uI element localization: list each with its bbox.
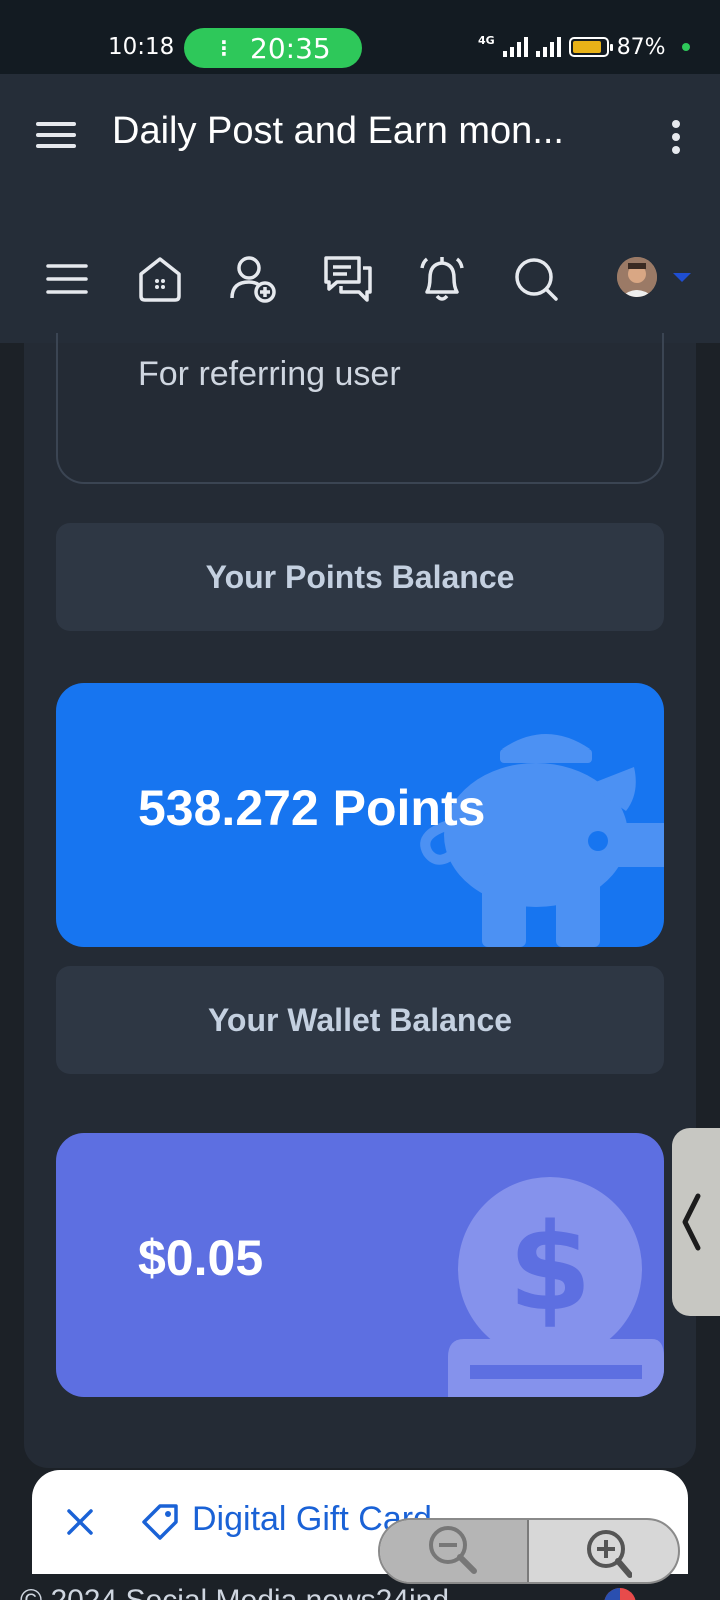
footer-copyright: © 2024 Social Media news24ind (20, 1584, 449, 1600)
svg-text:$: $ (508, 1199, 592, 1338)
wallet-balance-card: $ $0.05 (56, 1133, 664, 1397)
app-title: Daily Post and Earn mon... (112, 110, 564, 152)
signal-icon (502, 37, 528, 57)
chevron-left-icon (682, 1193, 701, 1251)
points-balance-heading: Your Points Balance (56, 523, 664, 631)
status-bar: 10:18 ⋮ 20:35 4G 87% (0, 0, 720, 74)
battery-percent: 87% (616, 34, 666, 60)
ongoing-call-pill[interactable]: ⋮ 20:35 (184, 28, 362, 68)
us-flag-icon[interactable] (604, 1588, 636, 1600)
nav-menu-icon[interactable] (41, 253, 93, 305)
main-panel: For referring user Your Points Balance 5… (24, 333, 696, 1468)
battery-icon (568, 37, 613, 57)
wallet-balance-heading: Your Wallet Balance (56, 966, 664, 1074)
zoom-out-icon (428, 1526, 477, 1574)
points-heading-label: Your Points Balance (205, 558, 515, 595)
zoom-out-button[interactable] (380, 1520, 529, 1582)
home-icon[interactable] (134, 253, 186, 305)
points-value: 538.272 Points (138, 780, 486, 836)
status-icons: 4G 87% (478, 32, 690, 62)
call-indicator-icon: ⋮ (214, 36, 234, 60)
hamburger-icon[interactable] (36, 122, 76, 152)
search-icon[interactable] (510, 253, 562, 305)
avatar[interactable] (617, 257, 657, 297)
call-timer: 20:35 (250, 31, 331, 65)
tag-icon (142, 1504, 178, 1540)
referral-text: For referring user (138, 355, 401, 393)
kebab-icon[interactable] (668, 120, 684, 160)
caret-down-icon[interactable] (673, 273, 691, 282)
app-bar: Daily Post and Earn mon... (0, 74, 720, 197)
zoom-controls (378, 1518, 680, 1584)
wallet-value: $0.05 (138, 1230, 264, 1286)
status-time: 10:18 (108, 34, 175, 60)
zoom-in-icon (586, 1530, 632, 1578)
points-balance-card: 538.272 Points (56, 683, 664, 947)
wallet-heading-label: Your Wallet Balance (207, 1001, 513, 1038)
close-icon[interactable] (62, 1504, 98, 1540)
bell-icon[interactable] (416, 253, 468, 305)
add-user-icon[interactable] (228, 253, 280, 305)
zoom-in-button[interactable] (529, 1520, 678, 1582)
signal-icon-2 (535, 37, 561, 57)
side-drawer-tab[interactable] (672, 1128, 720, 1316)
referral-card: For referring user (56, 333, 664, 484)
site-nav (0, 197, 720, 343)
network-type: 4G (478, 33, 495, 47)
privacy-dot-icon (681, 43, 690, 51)
messages-icon[interactable] (322, 253, 374, 305)
